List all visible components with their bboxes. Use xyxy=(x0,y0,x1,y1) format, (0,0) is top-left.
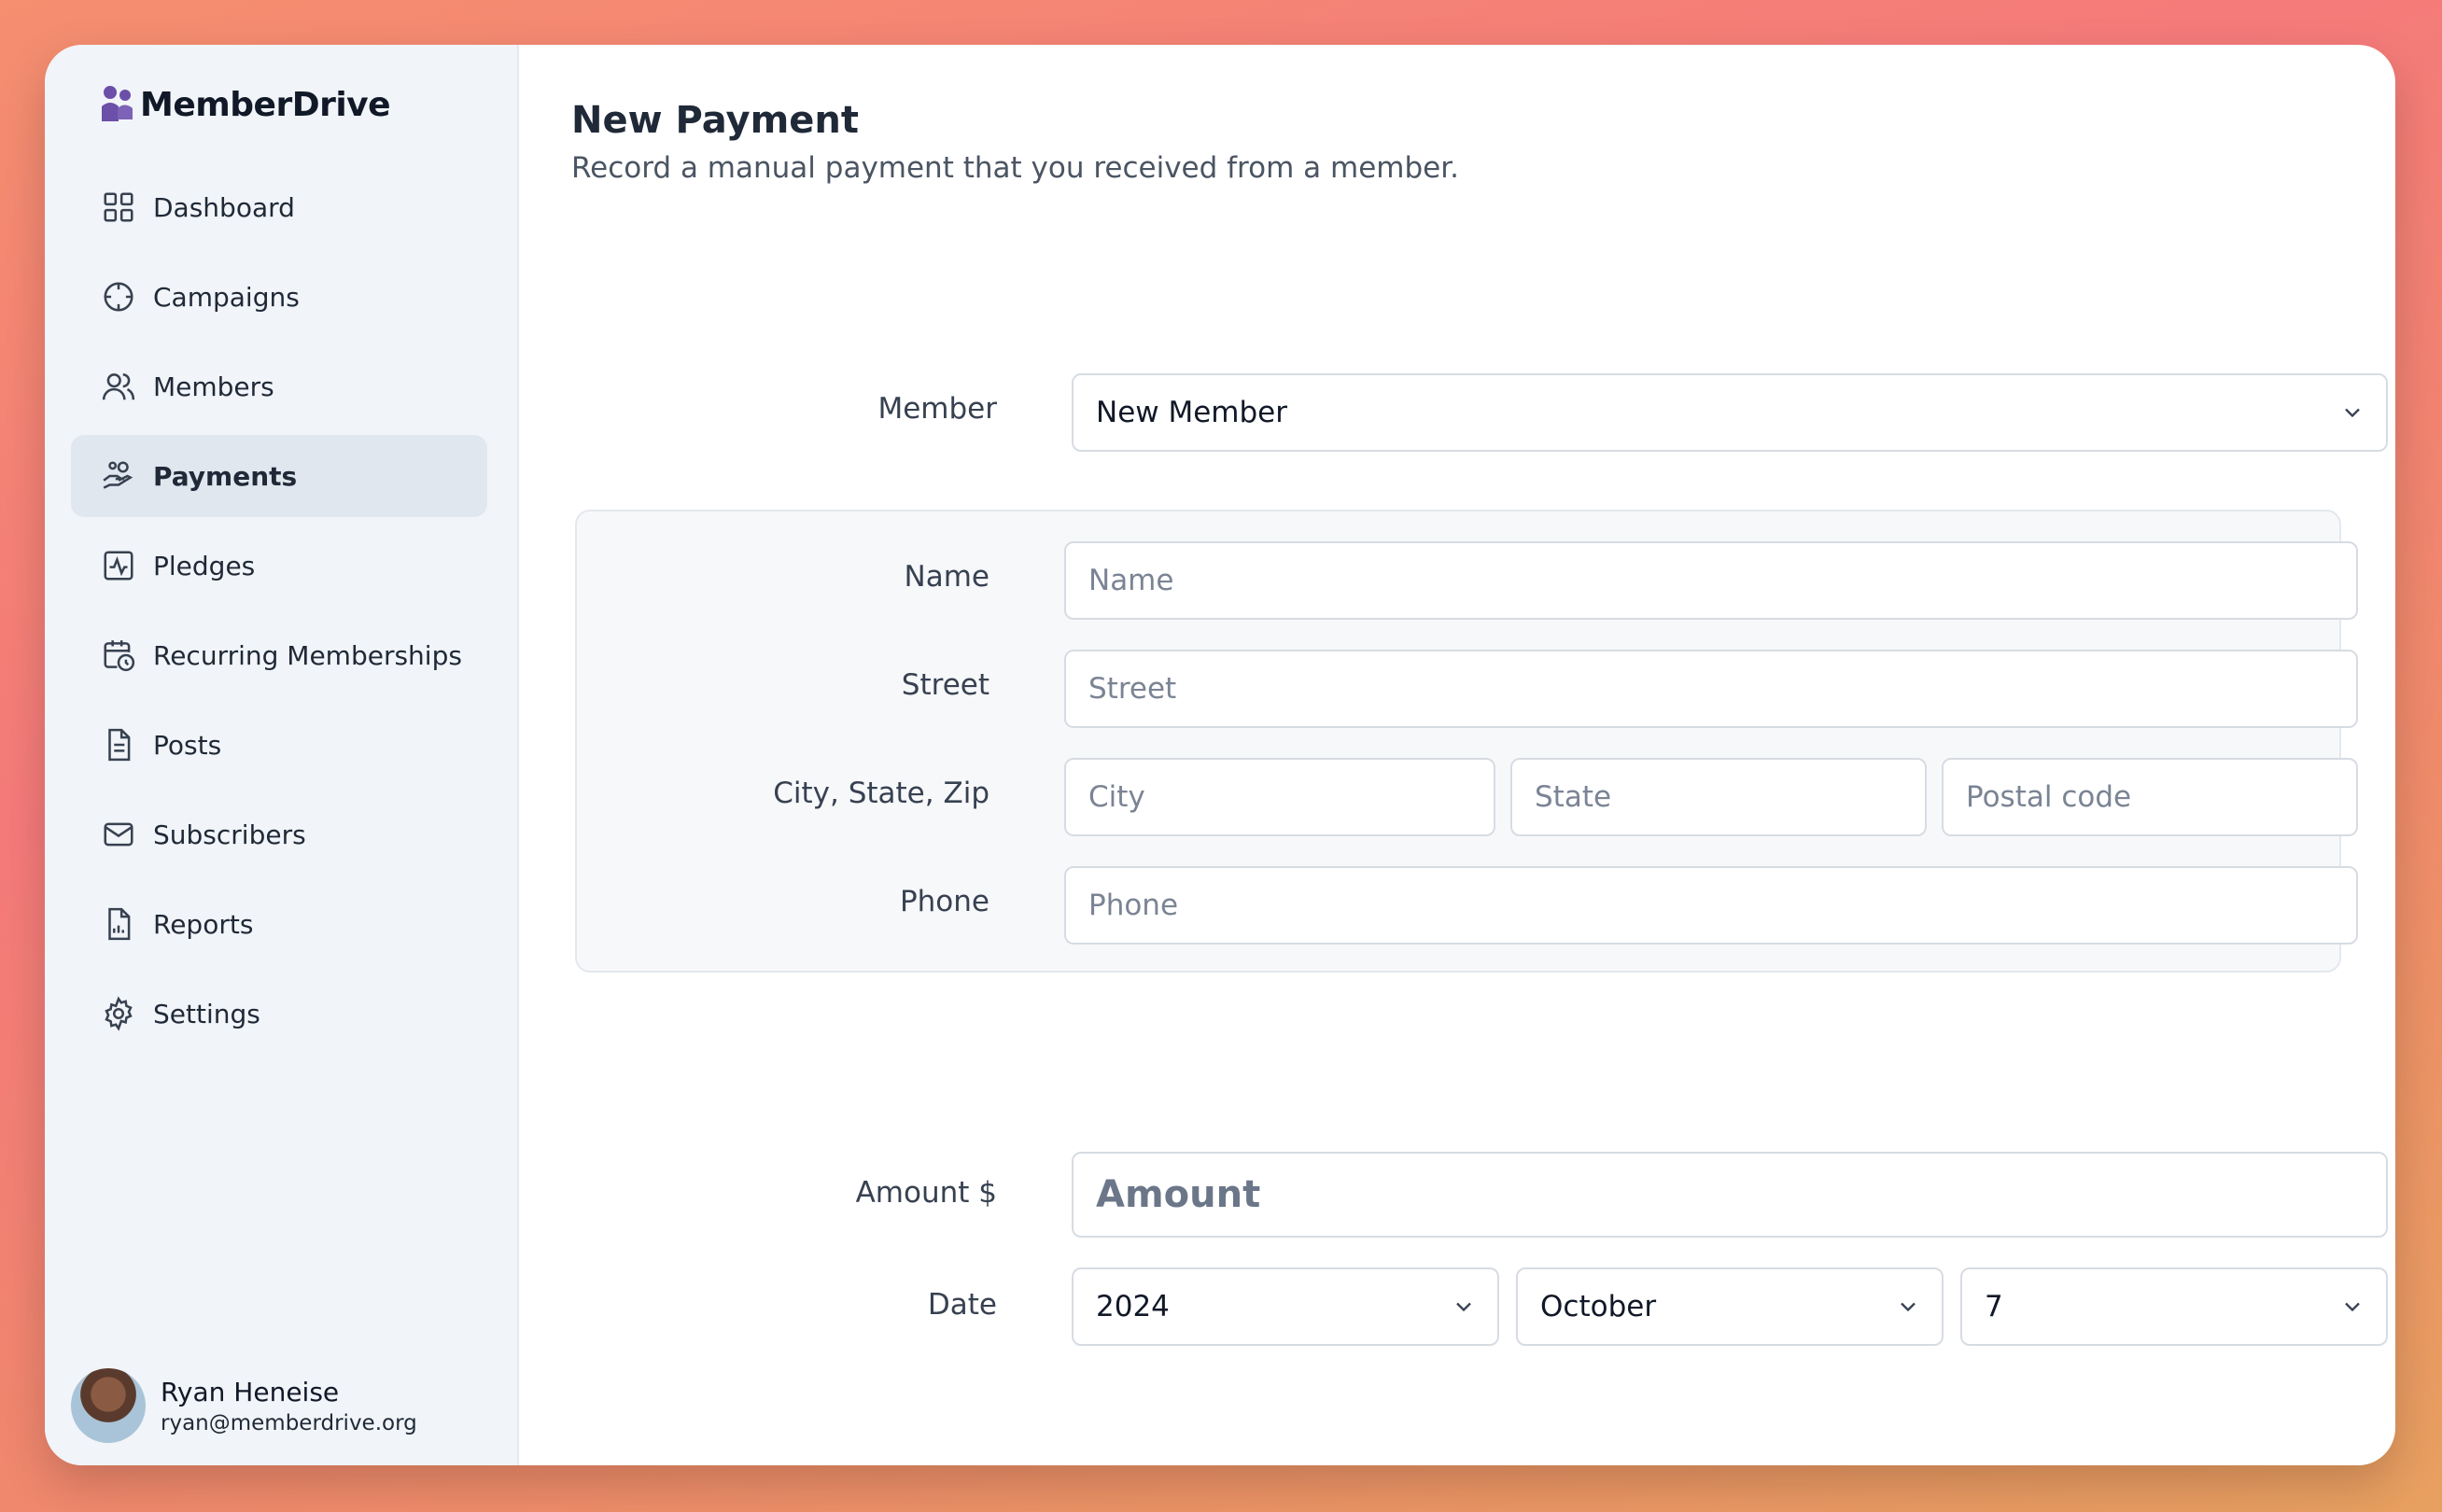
memberdrive-logo-icon xyxy=(99,84,136,125)
sidebar-item-dashboard[interactable]: Dashboard xyxy=(71,166,487,248)
brand[interactable]: MemberDrive xyxy=(99,84,391,125)
report-icon xyxy=(101,906,136,942)
chevron-down-icon xyxy=(2345,1302,2360,1312)
street-label: Street xyxy=(901,668,989,702)
brand-name: MemberDrive xyxy=(140,85,391,124)
sidebar-item-label: Members xyxy=(153,371,274,402)
sidebar-item-label: Campaigns xyxy=(153,281,300,313)
calendar-clock-icon xyxy=(101,637,136,673)
street-input[interactable] xyxy=(1064,650,2358,728)
sidebar-item-label: Payments xyxy=(153,460,298,492)
amount-label: Amount $ xyxy=(855,1176,997,1210)
grid-icon xyxy=(101,189,136,225)
name-input[interactable] xyxy=(1064,541,2358,620)
state-input[interactable] xyxy=(1510,758,1927,836)
hand-coins-icon xyxy=(101,458,136,494)
sidebar-item-label: Pledges xyxy=(153,550,256,581)
sidebar-item-label: Subscribers xyxy=(153,819,306,850)
page-subtitle: Record a manual payment that you receive… xyxy=(571,151,1459,185)
user-name: Ryan Heneise xyxy=(161,1376,340,1407)
document-icon xyxy=(101,727,136,763)
chevron-down-icon xyxy=(1456,1302,1471,1312)
city-state-zip-label: City, State, Zip xyxy=(773,777,989,810)
user-profile[interactable]: Ryan Heneise ryan@memberdrive.org xyxy=(71,1368,417,1443)
sidebar-item-settings[interactable]: Settings xyxy=(71,973,487,1055)
date-year-select[interactable]: 2024 xyxy=(1072,1267,1499,1346)
city-input[interactable] xyxy=(1064,758,1495,836)
crosshair-icon xyxy=(101,279,136,315)
sidebar-item-campaigns[interactable]: Campaigns xyxy=(71,256,487,338)
member-label: Member xyxy=(877,392,997,426)
mail-icon xyxy=(101,817,136,852)
activity-chart-icon xyxy=(101,548,136,583)
page-title: New Payment xyxy=(571,99,859,142)
user-email: ryan@memberdrive.org xyxy=(161,1410,417,1435)
sidebar-item-subscribers[interactable]: Subscribers xyxy=(71,793,487,875)
date-label: Date xyxy=(927,1288,997,1322)
date-day-select[interactable]: 7 xyxy=(1960,1267,2388,1346)
sidebar-item-reports[interactable]: Reports xyxy=(71,883,487,965)
sidebar-item-label: Recurring Memberships xyxy=(153,639,462,671)
amount-input[interactable] xyxy=(1072,1152,2388,1238)
sidebar-item-recurring-memberships[interactable]: Recurring Memberships xyxy=(71,614,487,696)
users-icon xyxy=(101,369,136,404)
date-year-value: 2024 xyxy=(1096,1290,1170,1323)
date-month-value: October xyxy=(1540,1290,1657,1323)
chevron-down-icon xyxy=(1901,1302,1916,1312)
date-day-value: 7 xyxy=(1985,1290,2003,1323)
sidebar-nav: Dashboard Campaigns Members Payments Ple… xyxy=(71,166,487,1062)
date-month-select[interactable]: October xyxy=(1516,1267,1944,1346)
sidebar-item-label: Posts xyxy=(153,729,222,761)
sidebar-item-members[interactable]: Members xyxy=(71,345,487,427)
member-select-value: New Member xyxy=(1096,396,1287,429)
name-label: Name xyxy=(904,560,989,594)
sidebar-item-label: Dashboard xyxy=(153,191,295,223)
gear-icon xyxy=(101,996,136,1031)
main-content: New Payment Record a manual payment that… xyxy=(519,45,2395,1465)
app-window: MemberDrive Dashboard Campaigns Members … xyxy=(45,45,2395,1465)
phone-label: Phone xyxy=(899,885,989,918)
sidebar-item-pledges[interactable]: Pledges xyxy=(71,525,487,607)
sidebar-item-payments[interactable]: Payments xyxy=(71,435,487,517)
sidebar: MemberDrive Dashboard Campaigns Members … xyxy=(45,45,519,1465)
phone-input[interactable] xyxy=(1064,866,2358,945)
sidebar-item-posts[interactable]: Posts xyxy=(71,704,487,786)
member-select[interactable]: New Member xyxy=(1072,373,2388,452)
chevron-down-icon xyxy=(2345,408,2360,418)
postal-code-input[interactable] xyxy=(1942,758,2358,836)
sidebar-item-label: Settings xyxy=(153,998,260,1029)
sidebar-item-label: Reports xyxy=(153,908,254,940)
avatar xyxy=(71,1368,146,1443)
